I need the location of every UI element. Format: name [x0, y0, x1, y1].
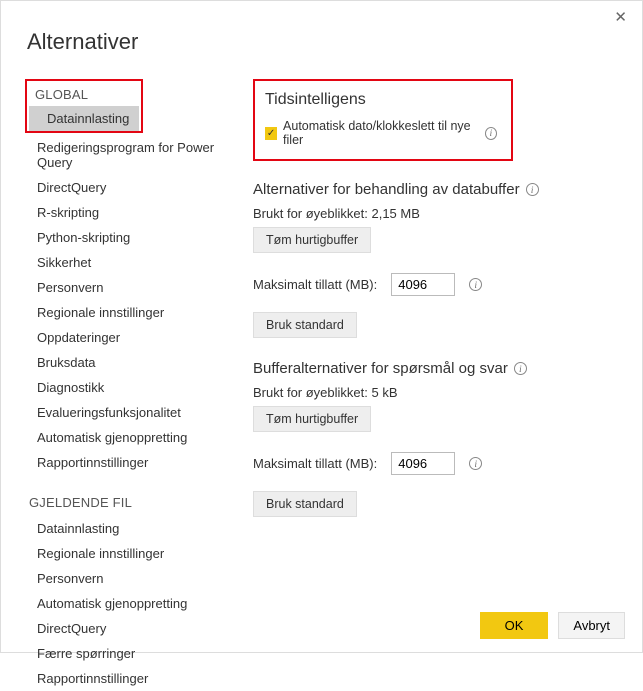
sidebar-item-regional[interactable]: Regionale innstillinger: [19, 300, 229, 325]
section-title-qabuffer-text: Bufferalternativer for spørsmål og svar: [253, 360, 508, 377]
max-label-databuffer: Maksimalt tillatt (MB):: [253, 277, 377, 292]
sidebar-item-report-settings[interactable]: Rapportinnstillinger: [19, 450, 229, 475]
sidebar-item-cf-datainnlasting[interactable]: Datainnlasting: [19, 516, 229, 541]
highlight-time-intelligence: Tidsintelligens ✓ Automatisk dato/klokke…: [253, 79, 513, 161]
close-button[interactable]: ✕: [614, 8, 627, 26]
info-icon[interactable]: i: [469, 457, 482, 470]
max-input-qabuffer[interactable]: [391, 452, 455, 475]
sidebar-item-cf-autorecover[interactable]: Automatisk gjenoppretting: [19, 591, 229, 616]
dialog-footer: OK Avbryt: [480, 612, 625, 639]
info-icon[interactable]: i: [485, 127, 497, 140]
section-title-qabuffer: Bufferalternativer for spørsmål og svar …: [253, 360, 624, 377]
cancel-button[interactable]: Avbryt: [558, 612, 625, 639]
max-input-databuffer[interactable]: [391, 273, 455, 296]
sidebar-item-preview[interactable]: Evalueringsfunksjonalitet: [19, 400, 229, 425]
clear-cache-button[interactable]: Tøm hurtigbuffer: [253, 227, 371, 253]
section-title-databuffer: Alternativer for behandling av databuffe…: [253, 181, 624, 198]
section-databuffer: Alternativer for behandling av databuffe…: [253, 181, 624, 338]
sidebar-item-privacy[interactable]: Personvern: [19, 275, 229, 300]
sidebar-item-datainnlasting[interactable]: Datainnlasting: [29, 106, 139, 131]
section-title-databuffer-text: Alternativer for behandling av databuffe…: [253, 181, 520, 198]
sidebar-item-cf-directquery[interactable]: DirectQuery: [19, 616, 229, 641]
dialog-body: GLOBAL Datainnlasting Redigeringsprogram…: [19, 79, 624, 592]
sidebar-item-autorecover[interactable]: Automatisk gjenoppretting: [19, 425, 229, 450]
sidebar-item-cf-regional[interactable]: Regionale innstillinger: [19, 541, 229, 566]
info-icon[interactable]: i: [526, 183, 539, 196]
max-label-qabuffer: Maksimalt tillatt (MB):: [253, 456, 377, 471]
highlight-global: GLOBAL Datainnlasting: [25, 79, 143, 133]
checkbox-autodate[interactable]: ✓: [265, 127, 277, 140]
sidebar: GLOBAL Datainnlasting Redigeringsprogram…: [19, 79, 229, 592]
section-title-time-intel: Tidsintelligens: [265, 91, 497, 109]
info-icon[interactable]: i: [469, 278, 482, 291]
sidebar-item-usage[interactable]: Bruksdata: [19, 350, 229, 375]
sidebar-header-global: GLOBAL: [29, 83, 139, 106]
use-default-qa-button[interactable]: Bruk standard: [253, 491, 357, 517]
sidebar-item-security[interactable]: Sikkerhet: [19, 250, 229, 275]
sidebar-item-powerquery[interactable]: Redigeringsprogram for Power Query: [19, 135, 229, 175]
checkbox-label-autodate: Automatisk dato/klokkeslett til nye file…: [283, 119, 479, 147]
sidebar-item-python-scripting[interactable]: Python-skripting: [19, 225, 229, 250]
ok-button[interactable]: OK: [480, 612, 549, 639]
checkbox-row-autodate: ✓ Automatisk dato/klokkeslett til nye fi…: [265, 119, 497, 147]
max-row-qabuffer: Maksimalt tillatt (MB): i: [253, 452, 624, 475]
sidebar-header-current: GJELDENDE FIL: [19, 489, 229, 516]
sidebar-item-cf-privacy[interactable]: Personvern: [19, 566, 229, 591]
sidebar-item-updates[interactable]: Oppdateringer: [19, 325, 229, 350]
sidebar-item-directquery[interactable]: DirectQuery: [19, 175, 229, 200]
sidebar-item-cf-fewerqueries[interactable]: Færre spørringer: [19, 641, 229, 666]
info-icon[interactable]: i: [514, 362, 527, 375]
sidebar-item-cf-report-settings[interactable]: Rapportinnstillinger: [19, 666, 229, 691]
section-qabuffer: Bufferalternativer for spørsmål og svar …: [253, 360, 624, 517]
sidebar-item-r-scripting[interactable]: R-skripting: [19, 200, 229, 225]
sidebar-item-diagnostics[interactable]: Diagnostikk: [19, 375, 229, 400]
use-default-button[interactable]: Bruk standard: [253, 312, 357, 338]
clear-qa-cache-button[interactable]: Tøm hurtigbuffer: [253, 406, 371, 432]
options-dialog: ✕ Alternativer GLOBAL Datainnlasting Red…: [0, 0, 643, 653]
dialog-title: Alternativer: [27, 29, 624, 55]
max-row-databuffer: Maksimalt tillatt (MB): i: [253, 273, 624, 296]
content-area: Tidsintelligens ✓ Automatisk dato/klokke…: [253, 79, 624, 592]
used-label-qabuffer: Brukt for øyeblikket: 5 kB: [253, 385, 624, 400]
used-label-databuffer: Brukt for øyeblikket: 2,15 MB: [253, 206, 624, 221]
